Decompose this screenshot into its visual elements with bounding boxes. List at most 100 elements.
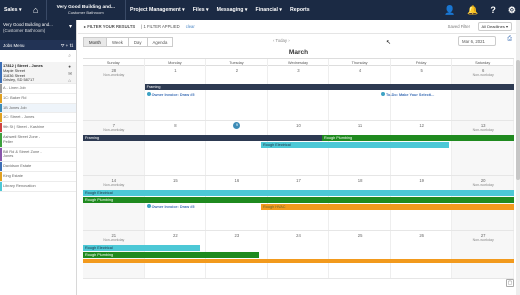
day-number: 18 xyxy=(357,178,363,183)
day-cell[interactable] xyxy=(268,176,330,230)
job-title: A - Linen Job xyxy=(3,85,26,90)
sidebar-job-item[interactable]: Davidson Estate xyxy=(0,162,76,172)
event-rough-electrical[interactable]: Rough Electrical xyxy=(83,245,200,251)
today-nav[interactable]: ‹ Today › xyxy=(273,38,290,43)
chat-icon[interactable]: ▢ xyxy=(506,279,514,287)
job-title: 9th St | Street - Kashine xyxy=(3,124,45,130)
job-color-bar xyxy=(0,147,2,162)
event-owner-invoice[interactable]: Owner Invoice: Draw #5 xyxy=(145,204,225,210)
day-cell[interactable] xyxy=(329,121,391,175)
day-cell[interactable] xyxy=(391,231,453,278)
day-cell[interactable] xyxy=(268,231,330,278)
mouse-cursor-icon: ↖ xyxy=(386,40,392,46)
files-menu[interactable]: Files ▾ xyxy=(189,7,213,13)
sidebar-job-item[interactable]: 1C: Street - Jones xyxy=(0,113,76,124)
scrollbar-thumb[interactable] xyxy=(516,60,520,180)
saved-filter-select[interactable]: All Deadlines ▾ xyxy=(477,22,512,31)
invoice-icon xyxy=(146,204,151,208)
sidebar-job-item[interactable]: 9th St | Street - Kashine xyxy=(0,123,76,133)
event-rough-plumbing[interactable]: Rough Plumbing xyxy=(83,197,514,203)
event-rough-plumbing[interactable]: Rough Plumbing xyxy=(322,135,514,141)
home-icon[interactable]: ⌂ xyxy=(68,78,72,84)
sidebar-job-item[interactable]: 1C: Baker Rd xyxy=(0,93,76,104)
sales-menu[interactable]: Sales ▾ xyxy=(0,7,26,13)
view-week[interactable]: Week xyxy=(105,37,129,47)
day-cell[interactable] xyxy=(329,231,391,278)
messaging-menu[interactable]: Messaging ▾ xyxy=(213,7,252,13)
sort-icon[interactable]: ⇅ xyxy=(69,43,73,48)
page-scrollbar[interactable] xyxy=(516,20,520,295)
day-cell[interactable] xyxy=(329,176,391,230)
view-month[interactable]: Month xyxy=(83,37,107,47)
project-management-menu[interactable]: Project Management ▾ xyxy=(126,7,189,13)
event-owner-invoice[interactable]: Owner Invoice: Draw #5 xyxy=(145,92,225,98)
day-cell[interactable] xyxy=(268,66,330,120)
day-number: 14 Non-workday xyxy=(83,178,145,187)
day-number: 25 xyxy=(357,233,363,238)
day-cell[interactable] xyxy=(206,176,268,230)
sidebar-search[interactable]: ⌕ xyxy=(0,50,76,62)
sidebar-job-item[interactable]: Bill Rd & Street Zone - Jones xyxy=(0,147,76,163)
project-selector[interactable]: Very Good Building and... Customer Bathr… xyxy=(45,0,126,20)
nonworkday-label: Non-workday xyxy=(103,73,125,77)
event-rough-plumbing[interactable]: Rough Plumbing xyxy=(83,252,259,258)
view-day[interactable]: Day xyxy=(127,37,148,47)
today-marker: 9 xyxy=(233,122,241,129)
job-color-bar xyxy=(0,162,2,171)
event-rough-hvac[interactable]: Rough HVAC xyxy=(261,204,514,210)
day-cell[interactable] xyxy=(391,121,453,175)
job-actions: ● ✉ ⌂ xyxy=(68,64,72,84)
day-number: 20 Non-workday xyxy=(452,178,514,187)
home-icon[interactable]: ⌂ xyxy=(30,5,42,15)
help-icon[interactable]: ? xyxy=(490,5,496,15)
sidebar-job-item[interactable]: 17812 | Street - Jones Maple Street 1183… xyxy=(0,62,76,84)
day-cell[interactable] xyxy=(206,121,268,175)
job-title: Library Renovation xyxy=(3,182,36,188)
filter-icon[interactable]: ⛛ xyxy=(61,43,65,48)
day-cell[interactable] xyxy=(391,176,453,230)
mail-icon[interactable]: ✉ xyxy=(68,71,72,77)
day-cell[interactable] xyxy=(145,121,207,175)
search-icon[interactable]: ⌕ xyxy=(68,53,71,59)
event-rough-hvac[interactable] xyxy=(83,259,514,263)
nonworkday-label: Non-workday xyxy=(472,128,494,132)
job-color-bar xyxy=(0,113,2,123)
job-title: 1C: Street - Jones xyxy=(3,114,35,120)
job-title: King Estate xyxy=(3,172,23,178)
day-cell[interactable] xyxy=(268,121,330,175)
sidebar-job-item[interactable]: King Estate xyxy=(0,171,76,182)
event-rough-electrical[interactable]: Rough Electrical xyxy=(83,190,514,196)
day-number: 7 Non-workday xyxy=(83,123,145,132)
jobs-menu-label[interactable]: Jobs Menu xyxy=(3,43,24,48)
month-calendar: March Sunday Monday Tuesday Wednesday Th… xyxy=(83,48,514,279)
job-title: 1B Jones Job xyxy=(3,104,27,110)
sidebar-header[interactable]: Very Good Building and... (Customer Bath… xyxy=(0,20,76,40)
chevron-down-icon[interactable]: ▾ xyxy=(69,24,72,31)
clear-filter-link[interactable]: clear xyxy=(186,24,195,29)
calendar-week: 7 Non-workday 8 9 10 11 12 13 Non-workday … xyxy=(83,121,514,176)
job-color-bar xyxy=(0,181,2,191)
view-agenda[interactable]: Agenda xyxy=(146,37,174,47)
month-title: March xyxy=(288,49,309,56)
print-icon[interactable]: ⎙ xyxy=(507,36,512,43)
job-title: 1C: Baker Rd xyxy=(3,94,27,100)
notifications-icon[interactable]: 🔔 xyxy=(467,5,478,16)
user-icon[interactable]: 👤 xyxy=(444,5,455,16)
event-framing[interactable]: Framing xyxy=(83,135,322,141)
day-cell[interactable] xyxy=(145,176,207,230)
settings-icon[interactable]: ⚙ xyxy=(508,5,516,16)
financial-menu[interactable]: Financial ▾ xyxy=(252,7,287,13)
add-icon[interactable]: + xyxy=(66,43,69,48)
sidebar-job-item[interactable]: 1B Jones Job xyxy=(0,103,76,114)
sidebar-job-item[interactable]: Ashwell Street Zone - Peller xyxy=(0,132,76,148)
event-todo[interactable]: To-Do: Make Your Selecti... xyxy=(379,92,453,98)
reports-menu[interactable]: Reports xyxy=(286,7,314,13)
day-number: 3 xyxy=(297,68,300,73)
sidebar-job-item[interactable]: A - Linen Job xyxy=(0,84,76,94)
date-picker[interactable]: Mar 6, 2021 xyxy=(458,36,496,46)
event-framing[interactable]: Framing xyxy=(144,84,514,90)
event-rough-electrical[interactable]: Rough Electrical xyxy=(261,142,449,148)
filter-toggle[interactable]: ▸ FILTER YOUR RESULTS xyxy=(84,24,135,29)
sidebar-job-item[interactable]: Library Renovation xyxy=(0,181,76,192)
info-icon[interactable]: ● xyxy=(68,64,72,70)
